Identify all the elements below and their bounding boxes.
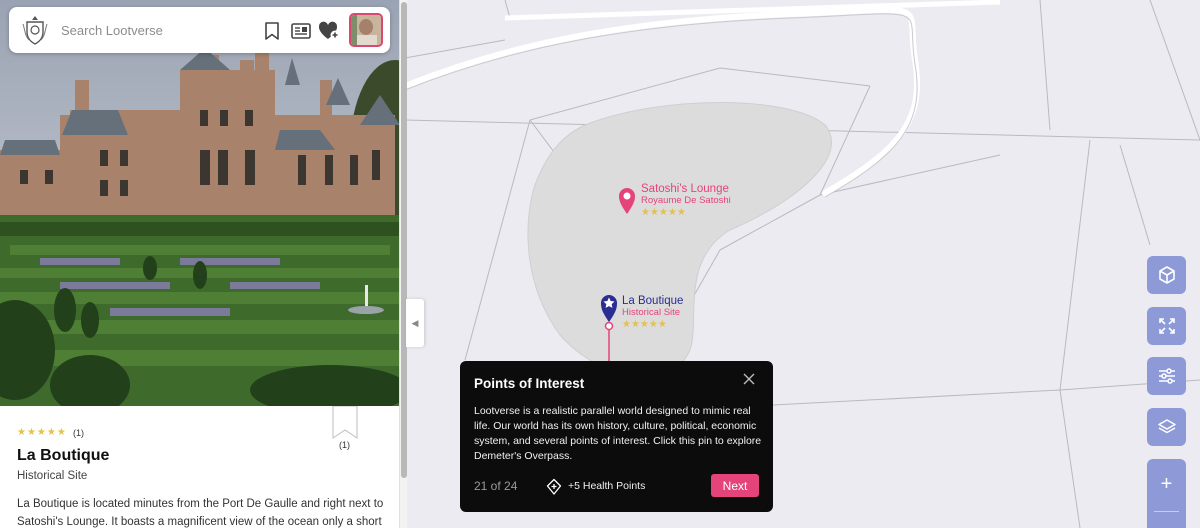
heart-plus-icon[interactable] bbox=[317, 20, 341, 42]
user-avatar[interactable] bbox=[349, 13, 383, 47]
tooltip-step-counter: 21 of 24 bbox=[474, 479, 518, 493]
rating-stars[interactable]: ★★★★★ bbox=[17, 427, 67, 438]
layers-button[interactable] bbox=[1147, 408, 1186, 446]
place-description: La Boutique is located minutes from the … bbox=[17, 495, 389, 528]
crest-logo-icon[interactable] bbox=[21, 14, 49, 46]
description-text-end: of the ocean only a short bbox=[252, 516, 382, 528]
search-input[interactable] bbox=[61, 19, 241, 41]
poi-subtitle: Historical Site bbox=[622, 307, 681, 318]
search-bar bbox=[9, 7, 390, 53]
layers-icon bbox=[1157, 419, 1176, 434]
rating-count: (1) bbox=[73, 428, 84, 438]
zoom-divider bbox=[1154, 511, 1179, 512]
filters-button[interactable] bbox=[1147, 357, 1186, 395]
chevron-left-icon: ◀ bbox=[411, 317, 419, 328]
tooltip-body: Lootverse is a realistic parallel world … bbox=[474, 405, 762, 462]
place-title: La Boutique bbox=[17, 447, 110, 464]
scrollbar-thumb[interactable] bbox=[401, 2, 407, 478]
next-button[interactable]: Next bbox=[711, 474, 759, 497]
collapse-panel-button[interactable]: ◀ bbox=[406, 299, 424, 347]
zoom-in-button[interactable]: + bbox=[1147, 469, 1186, 499]
poi-stars: ★★★★★ bbox=[622, 319, 667, 330]
poi-label-la-boutique[interactable]: La Boutique Historical Site ★★★★★ bbox=[622, 295, 683, 330]
place-panel: ★★★★★ (1) La Boutique Historical Site La… bbox=[0, 0, 400, 528]
poi-name: La Boutique bbox=[622, 295, 684, 307]
tooltip-title: Points of Interest bbox=[474, 376, 585, 391]
close-icon[interactable] bbox=[742, 372, 756, 386]
poi-name: Satoshi's Lounge bbox=[641, 183, 729, 195]
bookmark-ribbon-icon[interactable] bbox=[332, 406, 358, 440]
bookmark-count: (1) bbox=[339, 440, 350, 450]
place-photo bbox=[0, 0, 400, 406]
description-link[interactable]: Lounge. It boasts a magnificent view bbox=[66, 516, 253, 528]
sliders-icon bbox=[1158, 368, 1175, 384]
panel-scrollbar[interactable] bbox=[399, 0, 407, 528]
health-points-label: +5 Health Points bbox=[568, 480, 646, 492]
place-type: Historical Site bbox=[17, 470, 88, 482]
tour-tooltip: Points of Interest Lootverse is a realis… bbox=[460, 361, 773, 512]
3d-view-button[interactable] bbox=[1147, 256, 1186, 294]
cube-icon bbox=[1158, 266, 1175, 284]
expand-icon bbox=[1158, 318, 1175, 334]
zoom-controls: + bbox=[1147, 459, 1186, 528]
newspaper-icon[interactable] bbox=[289, 20, 313, 42]
bookmark-icon[interactable] bbox=[261, 20, 283, 42]
place-info: ★★★★★ (1) La Boutique Historical Site La… bbox=[0, 406, 399, 528]
health-shield-icon bbox=[546, 478, 562, 495]
poi-subtitle: Royaume De Satoshi bbox=[641, 195, 731, 206]
poi-label-satoshis-lounge[interactable]: Satoshi's Lounge Royaume De Satoshi ★★★★… bbox=[641, 183, 731, 218]
poi-stars: ★★★★★ bbox=[641, 207, 686, 218]
fullscreen-button[interactable] bbox=[1147, 307, 1186, 345]
